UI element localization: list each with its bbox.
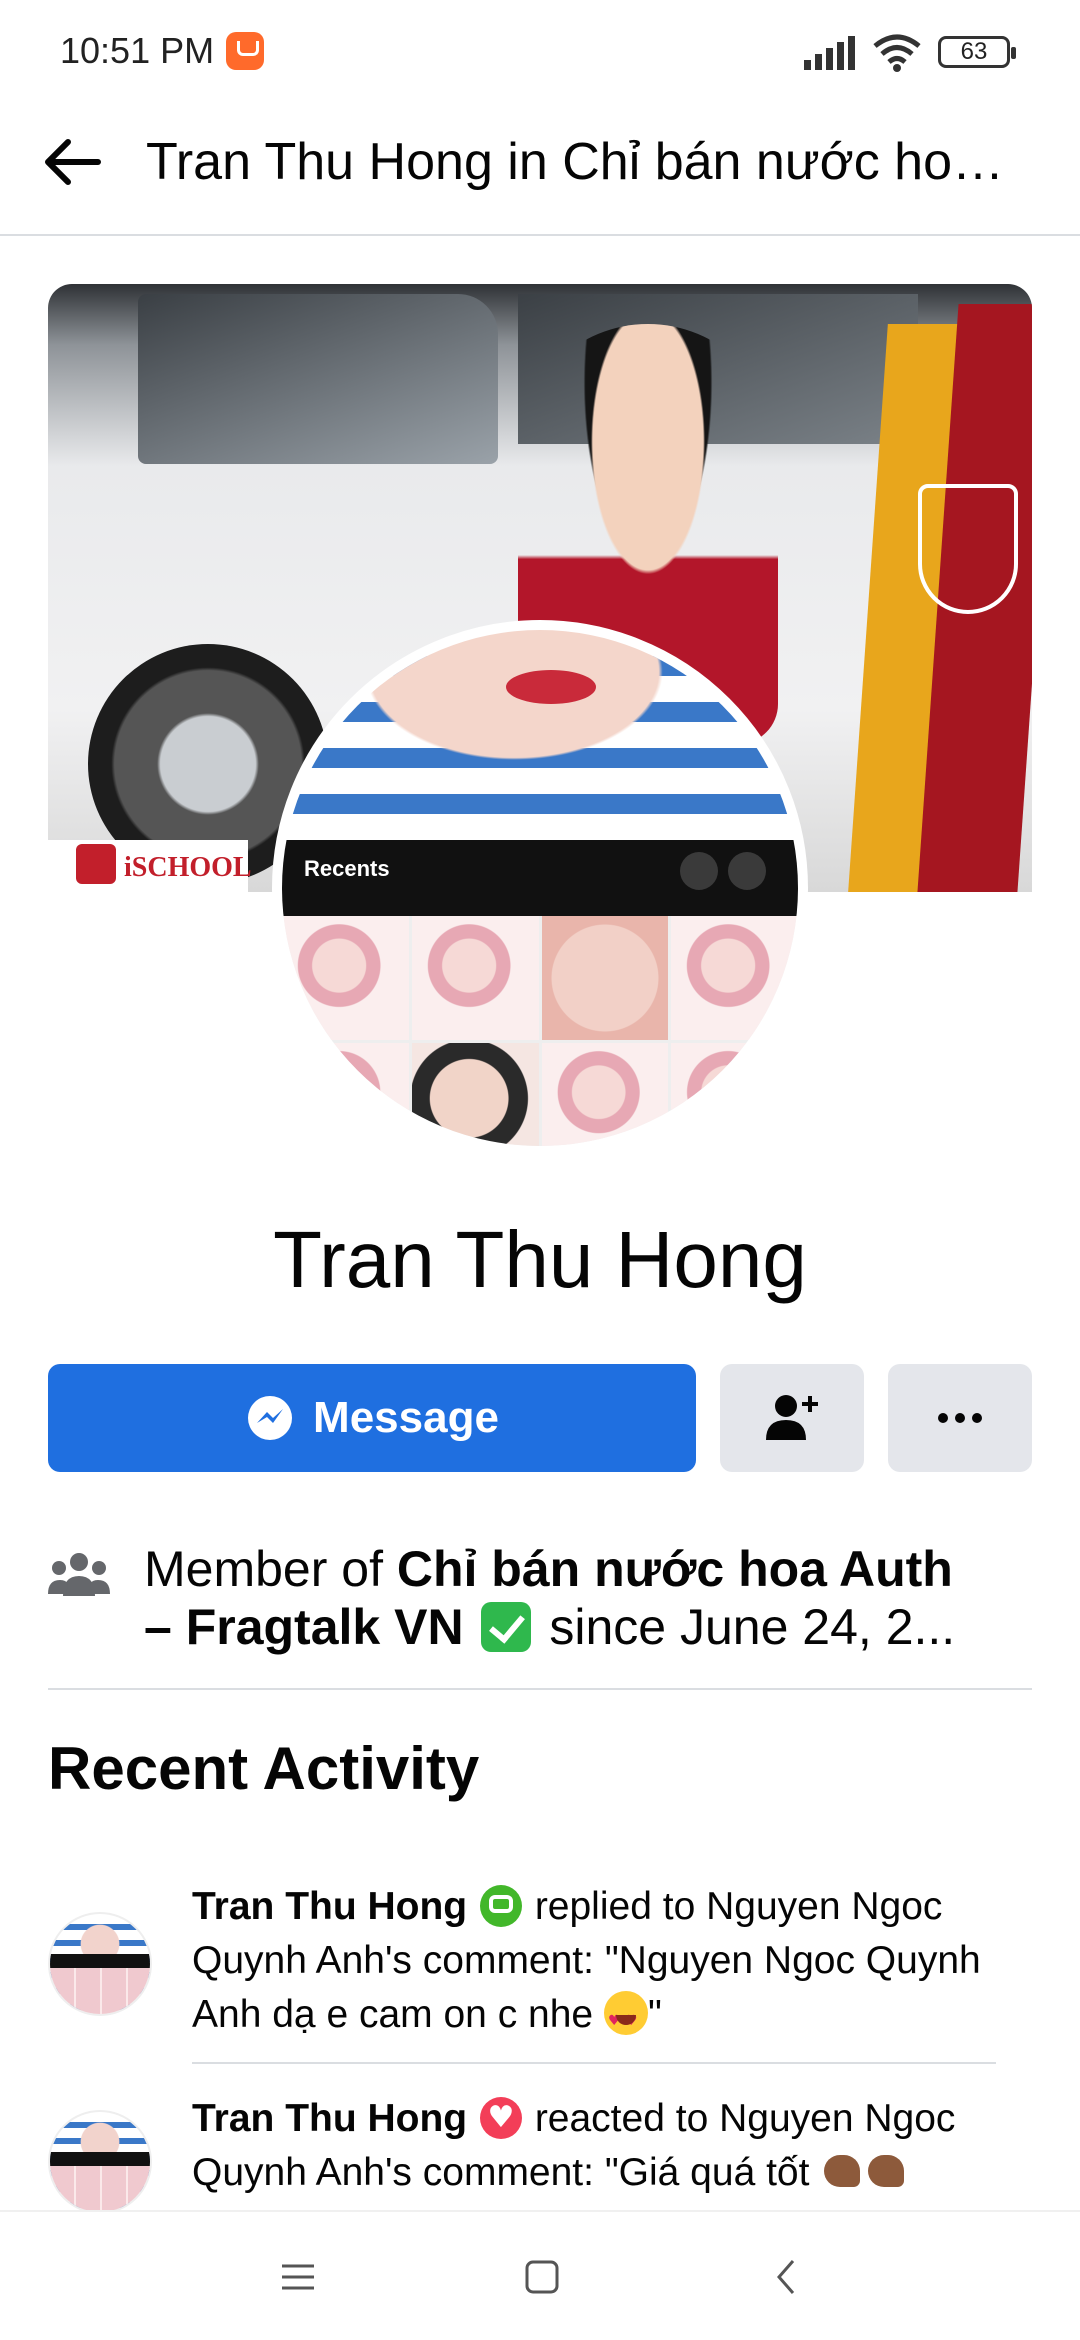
school-logo-icon [76,844,116,884]
cover-school-badge [918,484,1018,614]
membership-prefix: Member of [144,1541,397,1597]
divider [48,1688,1032,1690]
comment-icon [479,1885,522,1927]
back-nav-button[interactable] [746,2242,826,2312]
activity-action-end: " [647,1993,662,2036]
group-name-link[interactable]: Chỉ bán nước hoa Auth [397,1541,953,1597]
status-bar: 10:51 PM 63 [0,0,1080,100]
home-button[interactable] [502,2242,582,2312]
members-icon [48,1553,110,1596]
activity-item[interactable]: Tran Thu Hong reacted to Nguyen Ngoc Quy… [48,2080,1032,2210]
more-dots-icon [938,1413,982,1423]
cover-van-window [138,294,498,464]
check-mark-icon [481,1602,532,1652]
activity-actor[interactable]: Tran Thu Hong [192,2097,467,2140]
recent-activity-title: Recent Activity [48,1735,480,1802]
message-button-label: Message [313,1393,499,1442]
camera-icon [728,852,766,890]
profile-name: Tran Thu Hong [273,1215,807,1304]
avatar-photo-grid [282,916,798,1146]
battery-icon: 63 [938,36,1016,68]
app-notification-icon [226,32,264,70]
menu-icon [282,2264,314,2290]
avatar-face [282,630,798,840]
group-name-link-2[interactable]: – Fragtalk VN [144,1599,464,1655]
back-button[interactable] [36,126,108,198]
top-app-bar: Tran Thu Hong in Chỉ bán nước hoa Auth -… [0,100,1080,236]
add-friend-icon [766,1395,818,1440]
messenger-icon [248,1396,293,1440]
love-reaction-icon [479,2097,522,2139]
flexed-biceps-emoji-icon [864,2149,908,2193]
activity-text: Tran Thu Hong reacted to Nguyen Ngoc Quy… [192,2092,1012,2200]
profile-avatar[interactable]: Recents [272,620,808,1156]
heart-eyes-emoji-icon [603,1991,648,2048]
divider [192,2062,996,2064]
membership-text: Member of Chỉ bán nước hoa Auth – Fragta… [144,1540,1080,1656]
membership-since: since June 24, 2... [535,1599,956,1655]
status-time: 10:51 PM [60,30,215,71]
copy-icon [680,852,718,890]
group-membership: Member of Chỉ bán nước hoa Auth – Fragta… [48,1540,1032,1690]
message-button[interactable]: Message [48,1364,696,1472]
page-title: Tran Thu Hong in Chỉ bán nước hoa Auth -… [146,133,1006,191]
signal-icon [804,36,855,70]
avatar-recents-label: Recents [304,856,390,881]
flexed-biceps-emoji-icon [820,2149,864,2193]
activity-item[interactable]: Tran Thu Hong replied to Nguyen Ngoc Quy… [48,1860,1032,2050]
recent-apps-button[interactable] [258,2242,338,2312]
cover-logo-text: iSCHOOL [124,852,252,883]
avatar[interactable] [48,2110,152,2210]
avatar[interactable] [48,1912,152,2016]
wifi-icon [873,34,921,72]
square-icon [525,2260,559,2294]
add-friend-button[interactable] [720,1364,864,1472]
activity-actor[interactable]: Tran Thu Hong [192,1885,467,1928]
activity-text: Tran Thu Hong replied to Nguyen Ngoc Quy… [192,1880,1012,2048]
chevron-left-icon [777,2260,795,2294]
system-navigation-bar [0,2210,1080,2340]
more-options-button[interactable] [888,1364,1032,1472]
arrow-left-icon [45,139,101,185]
